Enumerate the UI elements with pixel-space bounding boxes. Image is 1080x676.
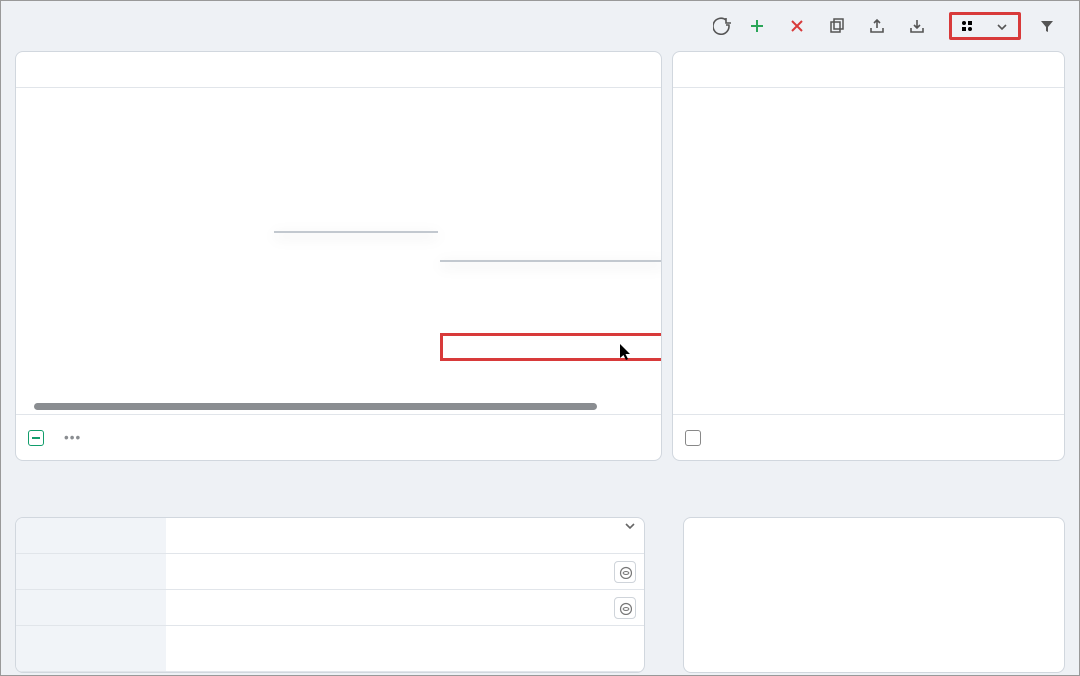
duplicate-button[interactable] [829, 18, 851, 34]
chevron-down-icon [622, 518, 636, 532]
variant-checkbox[interactable] [685, 430, 701, 446]
title-field[interactable] [166, 554, 644, 589]
title-sub-field[interactable] [166, 590, 644, 625]
more-actions-icon[interactable]: ••• [64, 430, 81, 445]
duplicate-icon [829, 18, 845, 34]
chevron-down-icon [994, 19, 1008, 33]
description-field[interactable] [166, 626, 644, 671]
context-menu[interactable] [274, 231, 438, 233]
selection-footer: ••• [16, 414, 661, 460]
export-icon [869, 18, 885, 34]
table-rows [16, 88, 661, 414]
indeterminate-checkbox[interactable] [28, 430, 44, 446]
ai-button[interactable] [614, 597, 636, 619]
import-icon [909, 18, 925, 34]
filter-icon [1039, 18, 1055, 34]
x-icon [789, 18, 805, 34]
grid-icon [960, 19, 974, 33]
table-header [16, 52, 661, 88]
delete-product-button[interactable] [789, 18, 811, 34]
cursor-icon [620, 344, 632, 365]
variant-detail-tabs [673, 471, 1065, 511]
bulk-editors-submenu[interactable] [440, 260, 662, 262]
ai-button[interactable] [614, 561, 636, 583]
filter-button[interactable] [1039, 18, 1061, 34]
title-label [16, 554, 166, 589]
details-form [15, 517, 645, 673]
bulk-editors-button[interactable] [949, 12, 1021, 40]
export-button[interactable] [869, 18, 891, 34]
variant-selection-footer [673, 414, 1064, 460]
add-product-button[interactable] [749, 18, 771, 34]
refresh-button[interactable] [713, 17, 731, 35]
product-status-label [16, 518, 166, 553]
plus-icon [749, 18, 765, 34]
description-label [16, 626, 166, 671]
horizontal-scrollbar[interactable] [34, 403, 597, 410]
title-sub-label [16, 590, 166, 625]
detail-tabs [15, 471, 663, 511]
product-status-select[interactable] [166, 518, 644, 532]
import-button[interactable] [909, 18, 931, 34]
products-table-panel: ••• [15, 51, 662, 461]
variants-header [673, 52, 1064, 88]
variants-panel [672, 51, 1065, 461]
variant-details-form [683, 517, 1065, 673]
